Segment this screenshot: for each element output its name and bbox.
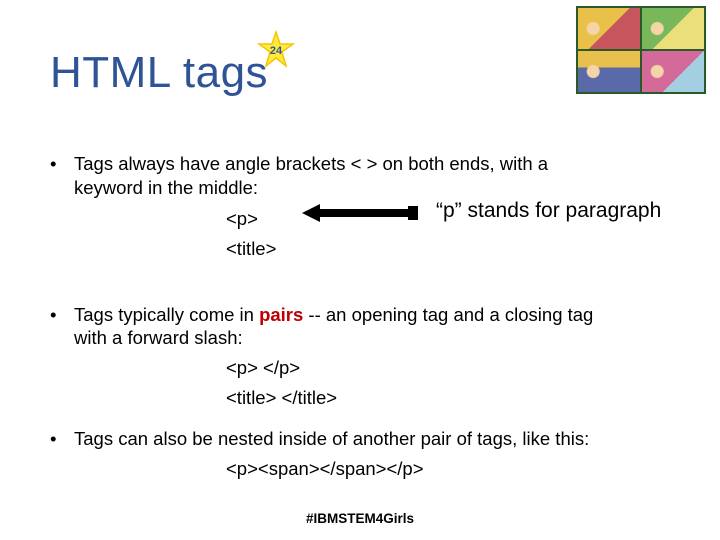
cartoon-panel bbox=[642, 8, 704, 49]
left-arrow-icon bbox=[302, 202, 422, 224]
star-badge-number: 24 bbox=[270, 45, 283, 57]
bullet-text: keyword in the middle: bbox=[74, 177, 258, 198]
star-icon: 24 bbox=[256, 30, 296, 70]
page-title: HTML tags bbox=[50, 48, 268, 98]
list-item: Tags can also be nested inside of anothe… bbox=[46, 427, 690, 480]
bullet-text: with a forward slash: bbox=[74, 327, 243, 348]
code-example: <title> </title> bbox=[226, 386, 690, 410]
bullet-text: Tags always have angle brackets < > on b… bbox=[74, 153, 548, 174]
footer-hashtag: #IBMSTEM4Girls bbox=[0, 511, 720, 526]
callout-text: “p” stands for paragraph bbox=[436, 199, 661, 223]
code-example: <p><span></span></p> bbox=[226, 457, 690, 481]
cartoon-panel bbox=[578, 8, 640, 49]
code-example: <title> bbox=[226, 237, 690, 261]
list-item: Tags typically come in pairs -- an openi… bbox=[46, 303, 690, 410]
decorative-cartoon-grid bbox=[576, 6, 706, 94]
bullet-text: Tags typically come in bbox=[74, 304, 259, 325]
bullet-text: -- an opening tag and a closing tag bbox=[303, 304, 593, 325]
emphasis-pairs: pairs bbox=[259, 304, 303, 325]
code-example: <p> </p> bbox=[226, 356, 690, 380]
cartoon-panel bbox=[578, 51, 640, 92]
cartoon-panel bbox=[642, 51, 704, 92]
bullet-text: Tags can also be nested inside of anothe… bbox=[74, 428, 589, 449]
